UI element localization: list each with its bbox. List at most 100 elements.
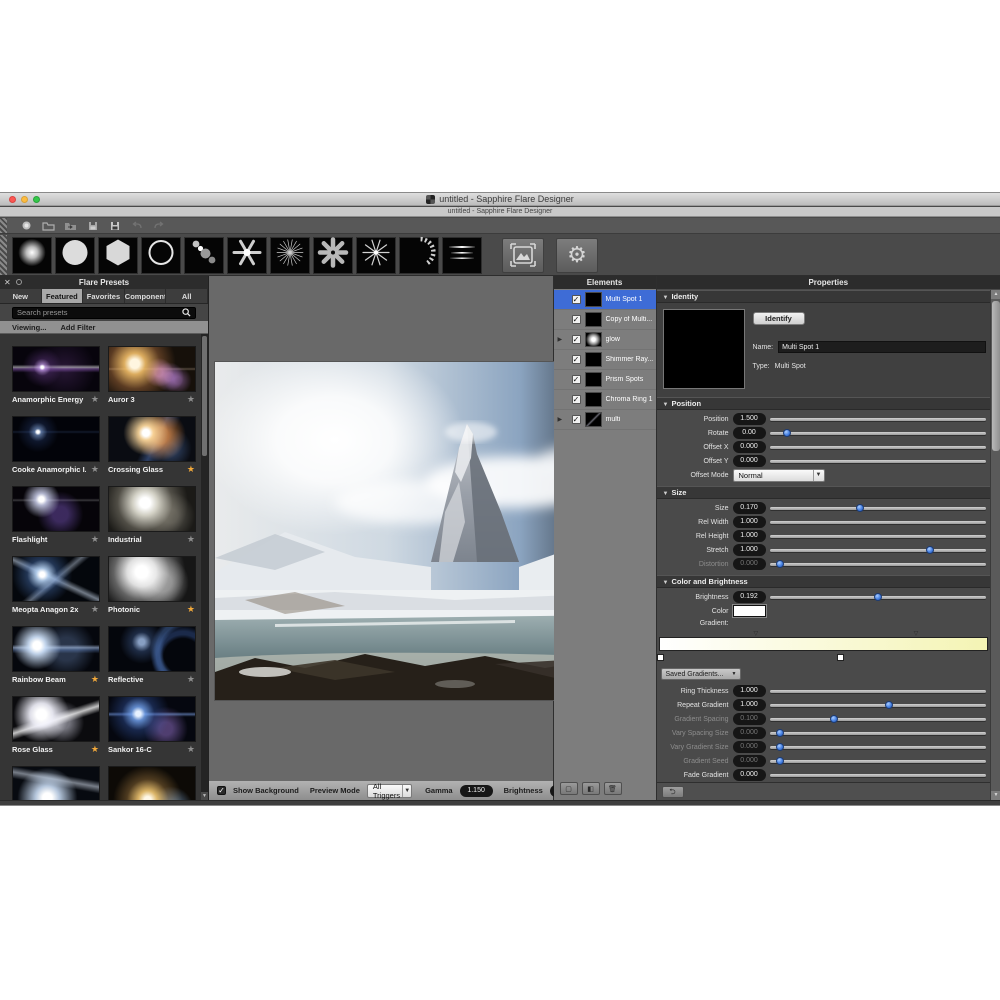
import-folder-icon[interactable] <box>64 220 77 231</box>
preset-cell[interactable]: Crossing Glass★ <box>108 416 196 474</box>
preset-thumbnail[interactable] <box>108 416 196 462</box>
section-identity[interactable]: ▼Identity <box>657 290 991 303</box>
gradient-bar[interactable] <box>659 637 989 651</box>
slider-handle[interactable] <box>885 701 893 709</box>
element-row[interactable]: ✓Shimmer Ray... <box>554 350 656 370</box>
background-image-button[interactable] <box>502 238 544 273</box>
favorite-star-icon[interactable]: ★ <box>187 464 195 475</box>
element-row[interactable]: ✓Copy of Multi... <box>554 310 656 330</box>
saved-gradients-button[interactable]: Saved Gradients... ▼ <box>661 668 741 680</box>
property-slider[interactable] <box>770 701 987 709</box>
star-icon[interactable]: ★ <box>91 394 99 405</box>
preset-cell[interactable]: Anamorphic Energy★ <box>12 346 100 404</box>
slider-handle[interactable] <box>776 743 784 751</box>
search-input[interactable]: Search presets <box>12 307 196 319</box>
preset-thumbnail[interactable] <box>12 766 100 800</box>
element-type-circle-button[interactable] <box>55 237 95 274</box>
element-type-hexagon-button[interactable] <box>98 237 138 274</box>
property-value-field[interactable]: 0.000 <box>733 441 766 453</box>
expander-icon[interactable]: ▶ <box>558 416 563 423</box>
slider-handle[interactable] <box>856 504 864 512</box>
element-visibility-checkbox[interactable]: ✓ <box>572 395 581 404</box>
property-slider[interactable] <box>770 757 987 765</box>
property-slider[interactable] <box>770 771 987 779</box>
toolbar-drag-handle[interactable] <box>0 218 7 233</box>
property-value-field[interactable]: 1.500 <box>733 413 766 425</box>
property-value-field[interactable]: 0.000 <box>733 741 766 753</box>
redo-icon[interactable] <box>152 220 165 231</box>
name-field[interactable]: Multi Spot 1 <box>778 341 986 353</box>
slider-handle[interactable] <box>776 757 784 765</box>
preset-thumbnail[interactable] <box>108 766 196 800</box>
property-value-field[interactable]: 0.000 <box>733 558 766 570</box>
property-value-field[interactable]: 0.00 <box>733 427 766 439</box>
property-slider[interactable] <box>770 518 987 526</box>
scroll-down-icon[interactable]: ▼ <box>991 791 1000 800</box>
preset-thumbnail[interactable] <box>12 346 100 392</box>
preset-cell[interactable] <box>108 766 196 800</box>
property-slider[interactable] <box>770 546 987 554</box>
open-folder-icon[interactable] <box>42 220 55 231</box>
property-slider[interactable] <box>770 443 987 451</box>
property-value-field[interactable]: 0.100 <box>733 713 766 725</box>
element-visibility-checkbox[interactable]: ✓ <box>572 415 581 424</box>
property-slider[interactable] <box>770 415 987 423</box>
element-type-streaks-button[interactable] <box>442 237 482 274</box>
preview-canvas[interactable]: ✓ Show Background Preview Mode All Trigg… <box>209 276 554 800</box>
element-row[interactable]: ✓Prism Spots <box>554 370 656 390</box>
minimize-window-button[interactable] <box>21 196 28 203</box>
slider-handle[interactable] <box>874 593 882 601</box>
property-slider[interactable] <box>770 593 987 601</box>
preset-thumbnail[interactable] <box>12 556 100 602</box>
element-visibility-checkbox[interactable]: ✓ <box>572 375 581 384</box>
close-panel-icon[interactable]: ✕ <box>4 276 11 289</box>
preset-thumbnail[interactable] <box>108 696 196 742</box>
preset-thumbnail[interactable] <box>108 346 196 392</box>
property-value-field[interactable]: 0.000 <box>733 769 766 781</box>
element-row[interactable]: ▶✓glow <box>554 330 656 350</box>
property-value-field[interactable]: 0.000 <box>733 455 766 467</box>
property-value-field[interactable]: 1.000 <box>733 544 766 556</box>
star-icon[interactable]: ★ <box>187 394 195 405</box>
element-visibility-checkbox[interactable]: ✓ <box>572 295 581 304</box>
slider-handle[interactable] <box>830 715 838 723</box>
preset-cell[interactable]: Auror 3★ <box>108 346 196 404</box>
preset-cell[interactable]: Reflective★ <box>108 626 196 684</box>
offset-mode-dropdown[interactable]: Normal ▼ <box>733 469 825 482</box>
star-icon[interactable]: ★ <box>187 534 195 545</box>
property-value-field[interactable]: 1.000 <box>733 685 766 697</box>
favorite-star-icon[interactable]: ★ <box>91 674 99 685</box>
property-slider[interactable] <box>770 457 987 465</box>
delete-element-button[interactable]: 🗑 <box>604 782 622 795</box>
revert-button[interactable]: ⮌ <box>662 786 684 798</box>
tab-new[interactable]: New <box>0 289 42 303</box>
preset-cell[interactable]: Cooke Anamorphic I...★ <box>12 416 100 474</box>
zoom-window-button[interactable] <box>33 196 40 203</box>
element-row[interactable]: ✓Chroma Ring 1 <box>554 390 656 410</box>
preset-thumbnail[interactable] <box>12 696 100 742</box>
add-element-button[interactable]: ▢ <box>560 782 578 795</box>
property-value-field[interactable]: 1.000 <box>733 516 766 528</box>
close-window-button[interactable] <box>9 196 16 203</box>
element-type-star-button[interactable] <box>227 237 267 274</box>
tab-favorites[interactable]: Favorites <box>83 289 125 303</box>
property-slider[interactable] <box>770 687 987 695</box>
preset-thumbnail[interactable] <box>108 486 196 532</box>
preset-cell[interactable]: Industrial★ <box>108 486 196 544</box>
preset-thumbnail[interactable] <box>12 416 100 462</box>
add-filter-button[interactable]: Add Filter <box>60 323 95 332</box>
property-value-field[interactable]: 1.000 <box>733 699 766 711</box>
preset-cell[interactable]: Sankor 16-C★ <box>108 696 196 754</box>
element-type-multi-spot-button[interactable] <box>184 237 224 274</box>
tab-components[interactable]: Components <box>125 289 167 303</box>
star-icon[interactable]: ★ <box>91 464 99 475</box>
properties-scrollbar[interactable]: ▲ ▼ <box>990 290 1000 800</box>
section-size[interactable]: ▼Size <box>657 486 991 499</box>
preset-cell[interactable]: Meopta Anagon 2x★ <box>12 556 100 614</box>
preset-thumbnail[interactable] <box>108 556 196 602</box>
slider-handle[interactable] <box>776 729 784 737</box>
favorite-star-icon[interactable]: ★ <box>187 604 195 615</box>
element-row[interactable]: ✓Multi Spot 1 <box>554 290 656 310</box>
property-value-field[interactable]: 1.000 <box>733 530 766 542</box>
gradient-midpoint-icon[interactable]: ▽ <box>754 630 759 637</box>
